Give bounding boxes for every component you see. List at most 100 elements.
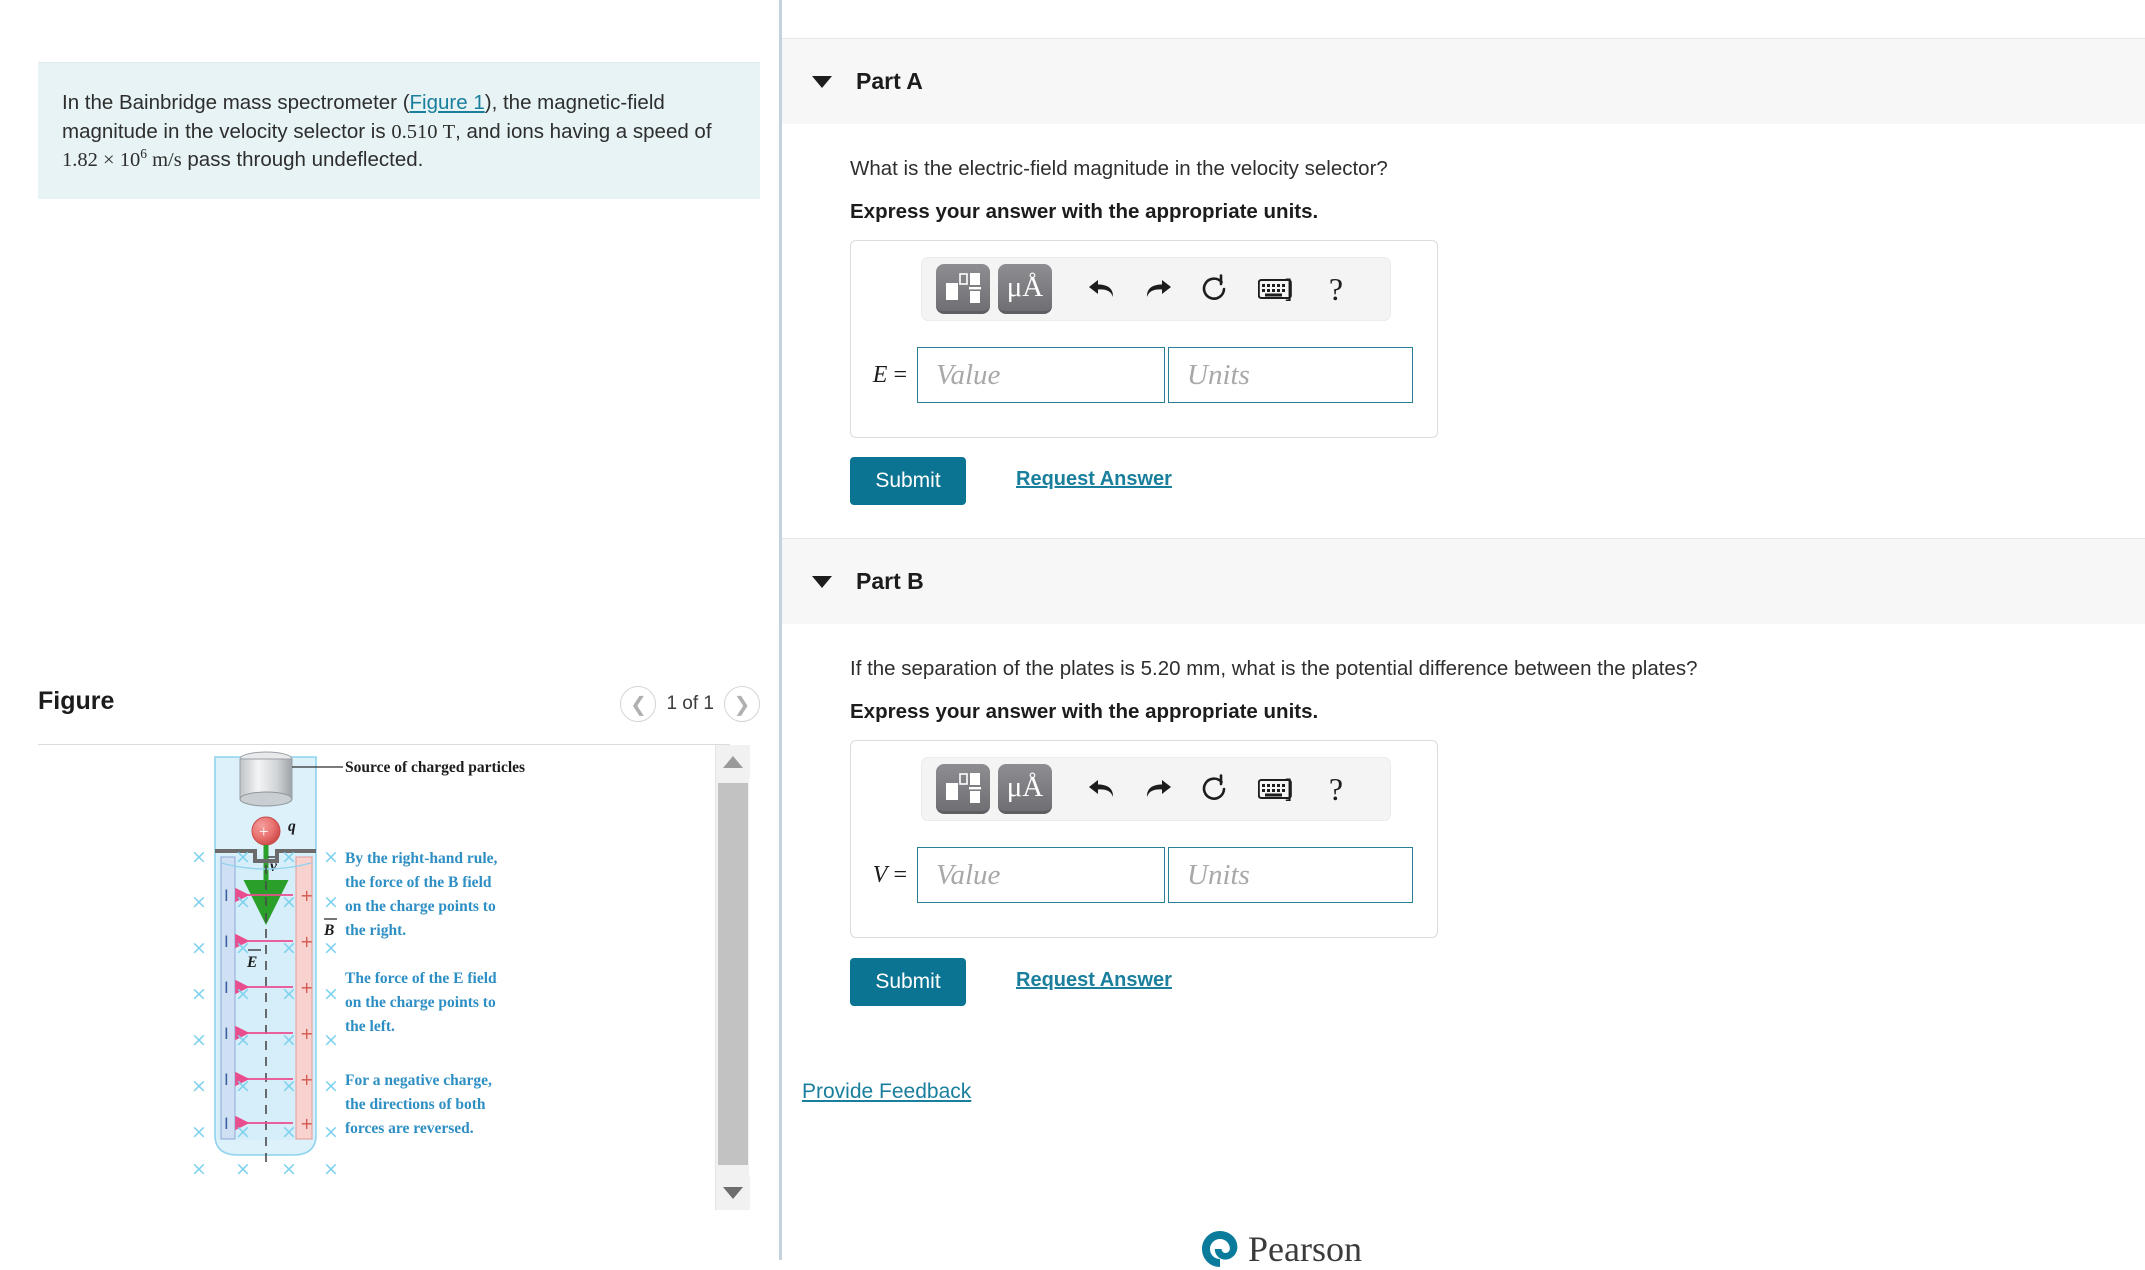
reset-circular-arrow-icon[interactable] (1186, 264, 1242, 314)
svg-text:×: × (281, 937, 297, 959)
svg-text:×: × (193, 1075, 207, 1097)
note1-line3: on the charge points to (345, 898, 496, 915)
svg-text:×: × (323, 1075, 339, 1097)
reset-circular-arrow-icon[interactable] (1186, 764, 1242, 814)
part-a-request-answer-link[interactable]: Request Answer (1016, 468, 1172, 491)
help-button[interactable]: ? (1308, 264, 1364, 314)
part-b-equals: = (893, 861, 907, 888)
pearson-mark-icon (1202, 1231, 1238, 1267)
note1-line4: the right. (345, 922, 406, 939)
magnetic-field-value: 0.510 (391, 120, 438, 143)
part-a-title: Part A (856, 68, 923, 94)
pearson-logo: Pearson (1200, 1228, 1362, 1270)
part-b-units-label: μÅ (1006, 771, 1044, 803)
figure-header: Figure ❮ 1 of 1 ❯ (38, 682, 760, 744)
figure-counter: 1 of 1 (666, 693, 714, 714)
part-a-question: What is the electric-field magnitude in … (850, 157, 1388, 180)
svg-text:×: × (193, 1121, 207, 1143)
math-template-glyph (946, 272, 981, 303)
svg-text:I: I (224, 932, 229, 951)
svg-text:×: × (235, 1075, 251, 1097)
part-b-bracket-label: ] (1285, 775, 1293, 802)
figure-pagination: ❮ 1 of 1 ❯ (620, 686, 760, 722)
svg-text:×: × (235, 937, 251, 959)
svg-text:×: × (281, 846, 297, 868)
part-b-toolbar: μÅ] ? (921, 757, 1391, 821)
redo-glyph (1146, 280, 1171, 297)
figure-note-e-field-force: The force of the E field on the charge p… (345, 970, 497, 1035)
charge-plus-sign: + (259, 822, 269, 841)
mass-spectrometer-diagram: Source of charged particles + q v E I + … (191, 751, 525, 1180)
svg-text:×: × (323, 937, 339, 959)
scroll-up-button[interactable] (716, 745, 750, 779)
part-a-answer-row: E = Value Units (851, 339, 1437, 411)
part-b-request-answer-link[interactable]: Request Answer (1016, 969, 1172, 992)
figure-next-button[interactable]: ❯ (724, 686, 760, 722)
part-b-answer-row: V = Value Units (851, 839, 1437, 911)
svg-text:×: × (235, 1121, 251, 1143)
math-template-icon[interactable] (936, 264, 990, 314)
figure-1-link[interactable]: Figure 1 (410, 91, 485, 114)
svg-text:+: + (300, 1024, 313, 1043)
redo-arrow-icon[interactable] (1130, 264, 1186, 314)
note3-line1: For a negative charge, (345, 1072, 492, 1089)
units-icon[interactable]: μÅ (998, 764, 1052, 814)
caret-down-icon[interactable] (812, 575, 832, 588)
part-a-submit-button[interactable]: Submit (850, 457, 966, 505)
right-panel: Part A What is the electric-field magnit… (782, 0, 2145, 1260)
svg-text:+: + (300, 886, 313, 905)
part-a-instruction: Express your answer with the appropriate… (850, 200, 1319, 223)
part-b-header[interactable]: Part B (782, 538, 2145, 624)
undo-arrow-icon[interactable] (1074, 264, 1130, 314)
svg-text:×: × (193, 1158, 207, 1180)
math-template-icon[interactable] (936, 764, 990, 814)
part-b-value-input[interactable]: Value (917, 847, 1165, 903)
part-a-value-input[interactable]: Value (917, 347, 1165, 403)
units-icon[interactable]: μÅ (998, 264, 1052, 314)
svg-text:I: I (224, 886, 229, 905)
undo-glyph (1089, 280, 1114, 297)
part-b-question: If the separation of the plates is 5.20 … (850, 657, 1698, 680)
svg-text:×: × (281, 1075, 297, 1097)
part-a-help-label: ? (1328, 270, 1344, 307)
svg-text:×: × (323, 1029, 339, 1051)
part-b-units-input[interactable]: Units (1168, 847, 1413, 903)
figure-title: Figure (38, 687, 115, 715)
scroll-up-arrow-icon (723, 756, 743, 768)
part-a-header[interactable]: Part A (782, 38, 2145, 124)
pearson-wordmark: Pearson (1248, 1229, 1362, 1269)
scrollbar-thumb[interactable] (718, 783, 748, 1165)
svg-text:I: I (224, 978, 229, 997)
keyboard-icon[interactable]: ] (1242, 264, 1308, 314)
redo-glyph (1146, 780, 1171, 797)
note3-line2: the directions of both (345, 1096, 486, 1113)
svg-text:×: × (235, 1158, 251, 1180)
part-b-submit-button[interactable]: Submit (850, 958, 966, 1006)
note2-line2: on the charge points to (345, 994, 496, 1011)
svg-text:+: + (300, 978, 313, 997)
figure-charge-label: q (288, 818, 296, 835)
undo-arrow-icon[interactable] (1074, 764, 1130, 814)
keyboard-icon[interactable]: ] (1242, 764, 1308, 814)
help-button[interactable]: ? (1308, 764, 1364, 814)
svg-text:I: I (224, 1024, 229, 1043)
svg-text:×: × (281, 1158, 297, 1180)
figure-scrollbar[interactable] (715, 745, 750, 1210)
provide-feedback-link[interactable]: Provide Feedback (802, 1080, 971, 1104)
redo-arrow-icon[interactable] (1130, 764, 1186, 814)
figure-prev-button[interactable]: ❮ (620, 686, 657, 722)
part-a-units-input[interactable]: Units (1168, 347, 1413, 403)
speed-multiply-sign: × (103, 149, 115, 171)
svg-text:×: × (281, 891, 297, 913)
figure-b-field-label: B (323, 922, 334, 939)
part-a-units-label: μÅ (1006, 271, 1044, 303)
svg-text:I: I (224, 1114, 229, 1133)
caret-down-icon[interactable] (812, 75, 832, 88)
part-b-instruction: Express your answer with the appropriate… (850, 700, 1319, 723)
svg-text:×: × (323, 846, 339, 868)
part-b-answer-symbol: V (872, 861, 888, 888)
part-a-answer-box: μÅ] ? E = Value Units (850, 240, 1438, 438)
scroll-down-button[interactable] (716, 1176, 750, 1210)
part-a-toolbar: μÅ] ? (921, 257, 1391, 321)
svg-text:×: × (235, 891, 251, 913)
